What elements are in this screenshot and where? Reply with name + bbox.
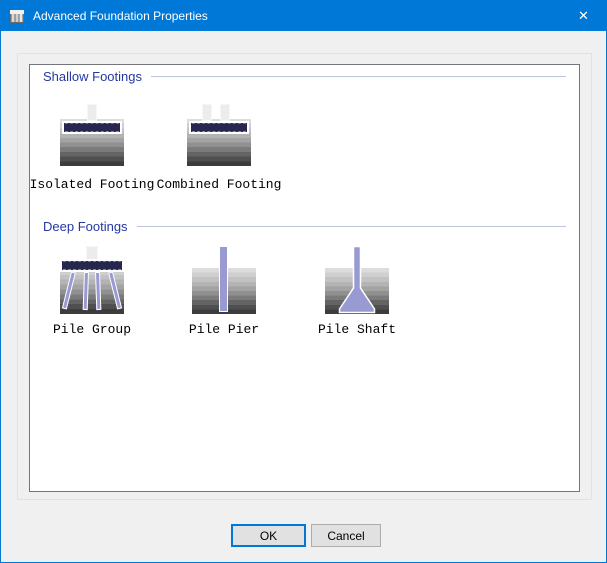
deep-footings-header: Deep Footings (43, 219, 566, 234)
isolated-footing-label: Isolated Footing (30, 177, 155, 192)
isolated-footing-option[interactable]: Isolated Footing (32, 104, 152, 192)
app-icon (9, 8, 25, 24)
group-title: Shallow Footings (43, 69, 142, 84)
header-divider (137, 226, 566, 227)
pile-pier-label: Pile Pier (189, 322, 259, 337)
deep-footings-row: Pile Group Pile Pier Pile Shaft (32, 246, 579, 337)
combined-footing-label: Combined Footing (157, 177, 282, 192)
dialog-window: Advanced Foundation Properties ✕ Shallow… (0, 0, 607, 563)
pile-group-option[interactable]: Pile Group (32, 246, 152, 337)
shallow-footings-row: Isolated Footing Combined Footing (32, 104, 579, 192)
window-title: Advanced Foundation Properties (33, 9, 208, 23)
group-title: Deep Footings (43, 219, 128, 234)
pile-shaft-label: Pile Shaft (318, 322, 396, 337)
combined-footing-icon (187, 104, 251, 166)
foundation-type-panel: Shallow Footings Isolated Footing (29, 64, 580, 492)
pile-pier-option[interactable]: Pile Pier (164, 246, 284, 337)
pile-pier-icon (192, 246, 256, 314)
titlebar[interactable]: Advanced Foundation Properties ✕ (1, 1, 606, 31)
combined-footing-option[interactable]: Combined Footing (159, 104, 279, 192)
cancel-button[interactable]: Cancel (311, 524, 381, 547)
close-icon: ✕ (578, 8, 589, 24)
pile-group-icon (60, 246, 124, 314)
header-divider (151, 76, 566, 77)
pile-shaft-icon (325, 246, 389, 314)
isolated-footing-icon (60, 104, 124, 166)
shallow-footings-header: Shallow Footings (43, 69, 566, 84)
pile-shaft-option[interactable]: Pile Shaft (297, 246, 417, 337)
pile-group-label: Pile Group (53, 322, 131, 337)
close-button[interactable]: ✕ (561, 1, 606, 31)
ok-button[interactable]: OK (231, 524, 306, 547)
